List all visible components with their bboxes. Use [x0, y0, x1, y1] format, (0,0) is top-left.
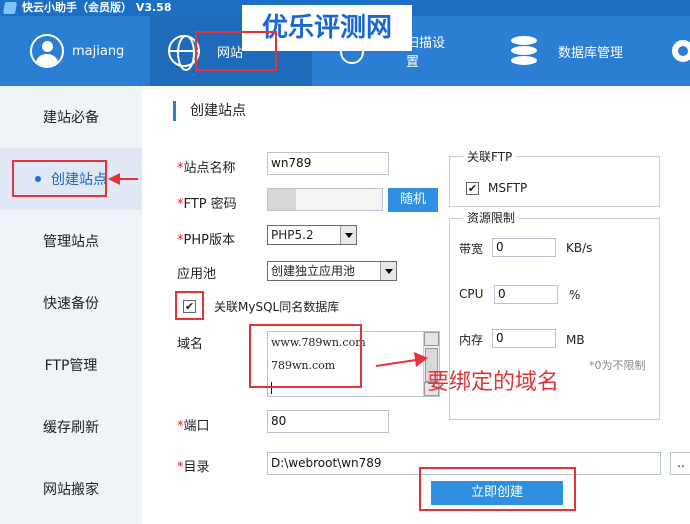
sidebar-item-cache-refresh[interactable]: 缓存刷新 — [0, 396, 142, 458]
scroll-up-icon[interactable] — [424, 332, 439, 346]
random-button[interactable]: 随机 — [388, 188, 438, 212]
chevron-down-icon — [340, 226, 356, 244]
sidebar-item-label: 网站搬家 — [43, 482, 99, 498]
section-title: 创建站点 — [173, 101, 246, 121]
limits-group-title: 资源限制 — [463, 209, 520, 226]
php-version-select[interactable]: PHP5.2 — [267, 225, 357, 245]
mysql-checkbox-label: 关联MySQL同名数据库 — [214, 300, 340, 314]
php-version-label: *PHP版本 — [177, 233, 235, 248]
nav-item-settings[interactable] — [672, 16, 690, 86]
domain-label: 域名 — [177, 337, 204, 352]
nav-item-scan-label: 扫描设置 — [406, 36, 446, 70]
sidebar-item-label: 管理站点 — [43, 234, 99, 250]
arrow-icon — [376, 352, 428, 367]
bandwidth-unit: KB/s — [566, 241, 593, 255]
cpu-input[interactable]: 0 — [494, 285, 558, 304]
ftp-password-label: *FTP 密码 — [177, 197, 237, 212]
sidebar-item-ftp[interactable]: FTP管理 — [0, 334, 142, 396]
sidebar-item-site-migration[interactable]: 网站搬家 — [0, 458, 142, 520]
port-input[interactable]: 80 — [267, 410, 389, 433]
highlight-box-domain — [249, 324, 362, 388]
sidebar-item-manage-sites[interactable]: 管理站点 — [0, 210, 142, 272]
sidebar-item-essentials[interactable]: 建站必备 — [0, 86, 142, 148]
highlight-box-checkbox — [175, 291, 204, 320]
sidebar-item-label: 快速备份 — [43, 296, 99, 312]
sidebar-item-label: 缓存刷新 — [43, 420, 99, 436]
port-label: *端口 — [177, 419, 210, 434]
highlight-box-nav — [195, 31, 277, 71]
app-pool-label: 应用池 — [177, 267, 217, 282]
nav-item-database[interactable]: 数据库管理 — [511, 16, 623, 86]
nav-item-database-label: 数据库管理 — [558, 45, 624, 61]
ftp-group-title: 关联FTP — [463, 148, 517, 165]
database-icon — [511, 36, 537, 66]
memory-label: 内存 — [459, 333, 484, 347]
avatar-icon — [30, 34, 64, 68]
directory-label: *目录 — [177, 460, 210, 475]
gear-icon — [672, 40, 690, 62]
arrow-icon — [108, 173, 138, 185]
user-name: majiang — [72, 43, 125, 59]
highlight-box-create — [419, 467, 576, 511]
sidebar: 建站必备 创建站点 管理站点 快速备份 FTP管理 缓存刷新 网站搬家 — [0, 86, 142, 524]
app-pool-select[interactable]: 创建独立应用池 — [267, 261, 397, 281]
app-logo-icon — [2, 2, 18, 14]
bandwidth-label: 带宽 — [459, 242, 484, 256]
browse-button[interactable]: .. — [670, 452, 690, 475]
cpu-unit: % — [569, 288, 581, 302]
highlight-box-sidebar — [12, 160, 107, 197]
limits-hint: *0为不限制 — [589, 359, 646, 372]
msftp-label: MSFTP — [488, 181, 528, 195]
sidebar-item-label: FTP管理 — [44, 358, 98, 374]
ftp-password-input[interactable] — [267, 188, 383, 211]
site-name-input[interactable]: wn789 — [267, 152, 389, 175]
sidebar-item-quick-backup[interactable]: 快速备份 — [0, 272, 142, 334]
nav-user[interactable]: majiang — [30, 16, 124, 86]
msftp-checkbox[interactable]: ✔ — [466, 182, 479, 195]
sidebar-item-label: 建站必备 — [43, 110, 99, 126]
memory-unit: MB — [566, 333, 585, 347]
cpu-label: CPU — [459, 287, 484, 301]
memory-input[interactable]: 0 — [492, 329, 556, 348]
bandwidth-input[interactable]: 0 — [492, 238, 556, 257]
window-title: 快云小助手（会员版） V3.58 — [22, 1, 172, 14]
site-name-label: *站点名称 — [177, 161, 236, 176]
chevron-down-icon — [380, 262, 396, 280]
